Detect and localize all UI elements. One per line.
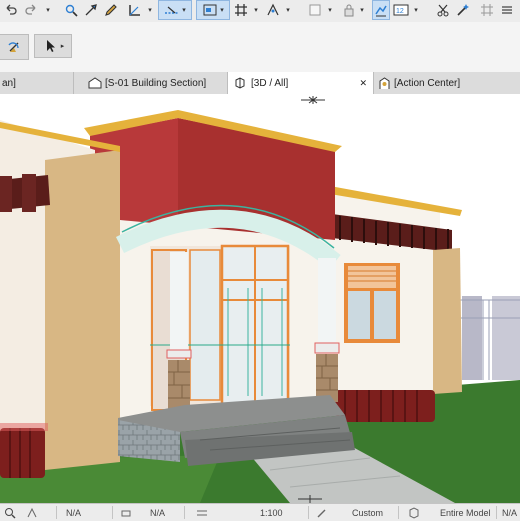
building-render <box>0 94 520 503</box>
model-icon[interactable] <box>408 504 420 521</box>
layout-icon[interactable]: ▾ <box>196 0 230 20</box>
tab-label: [3D / All] <box>251 77 289 89</box>
tab-action-center[interactable]: [Action Center] <box>374 72 520 94</box>
tab-label: [S-01 Building Section] <box>105 77 207 89</box>
arrow-icon[interactable]: ▸ <box>34 34 72 58</box>
view-tab-bar: an] [S-01 Building Section] [3D / All] ✕… <box>0 72 520 95</box>
ruler-icon[interactable] <box>126 0 144 20</box>
grid-icon[interactable] <box>232 0 250 20</box>
render-icon[interactable] <box>372 0 390 20</box>
undo-icon[interactable] <box>2 0 20 20</box>
na-value-3: N/A <box>502 507 518 518</box>
tab-label: [Action Center] <box>394 77 461 89</box>
building-icon <box>379 76 390 89</box>
close-icon[interactable]: ✕ <box>359 78 367 89</box>
magic-wand-icon[interactable] <box>454 0 472 20</box>
pen-set-icon[interactable] <box>316 504 328 521</box>
redo-icon[interactable] <box>22 0 40 20</box>
rotate-icon[interactable] <box>0 34 29 60</box>
guideline-icon[interactable]: ▾ <box>158 0 192 20</box>
grid-icon[interactable] <box>26 504 38 521</box>
tab-building-section[interactable]: [S-01 Building Section] <box>80 72 228 94</box>
tab-label: an] <box>2 77 16 89</box>
pen-icon[interactable] <box>102 0 120 20</box>
pick-icon[interactable] <box>62 0 80 20</box>
status-bar: N/A N/A 1:100 Custom Entire Model N/A <box>0 503 520 521</box>
snap-icon[interactable] <box>264 0 282 20</box>
zoom-icon[interactable] <box>4 504 16 521</box>
section-icon <box>88 77 102 89</box>
na-value-1: N/A <box>66 507 82 518</box>
info-box: ▸ <box>0 22 520 73</box>
custom-value[interactable]: Custom <box>352 504 383 521</box>
options-icon[interactable] <box>498 0 516 20</box>
grid-settings-icon[interactable] <box>478 0 496 20</box>
tab-3d-all[interactable]: [3D / All] ✕ <box>228 72 374 94</box>
model-value[interactable]: Entire Model <box>440 504 491 521</box>
tab-floor-plan[interactable]: an] <box>0 72 74 94</box>
main-toolbar: ▾ ▾ ▾ ▾ ▾ ▾ ▾ ▾ 12 ▾ <box>0 0 520 23</box>
scale-value[interactable]: 1:100 <box>260 504 283 521</box>
svg-text:12: 12 <box>396 8 404 15</box>
number-icon[interactable]: 12 <box>392 0 410 20</box>
layer-icon[interactable] <box>306 0 324 20</box>
na-value-2: N/A <box>150 507 166 518</box>
lock-icon[interactable] <box>340 0 358 20</box>
scissors-icon[interactable] <box>434 0 452 20</box>
layer-settings-icon[interactable] <box>196 504 208 521</box>
3d-viewport[interactable] <box>0 94 520 503</box>
print-icon[interactable] <box>120 504 132 521</box>
eyedropper-icon[interactable] <box>82 0 100 20</box>
3d-box-icon <box>235 77 245 89</box>
